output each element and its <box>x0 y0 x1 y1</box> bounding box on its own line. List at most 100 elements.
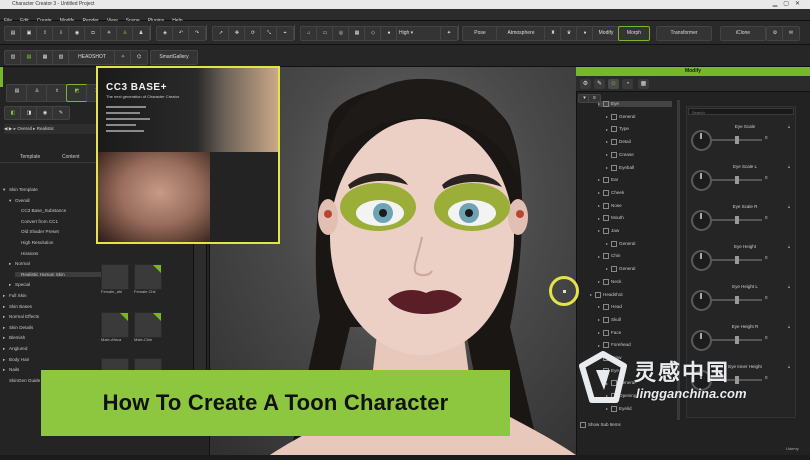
checkbox[interactable] <box>603 215 609 222</box>
morph-tree-item[interactable]: ▸ Face <box>598 329 621 336</box>
morph-tree-item[interactable]: ▸ Skull <box>598 316 621 323</box>
checkbox[interactable] <box>603 316 609 323</box>
project-icon[interactable]: ▤ <box>6 84 28 102</box>
checkbox[interactable] <box>603 304 609 311</box>
headshot-button[interactable]: HEADSHOT <box>68 50 116 65</box>
morph-tree-item[interactable]: ▸ Jaw <box>598 228 619 234</box>
breadcrumb-back-icon[interactable]: ◀ ▶ ▸ <box>4 126 17 131</box>
morph-tree-item[interactable]: ▸ Head <box>598 304 622 311</box>
morph-tree-item[interactable]: ▸ Type <box>606 126 629 133</box>
breadcrumb[interactable]: ◀ ▶ ▸ Overall ▸ Realistic <box>4 124 96 134</box>
slider-value[interactable]: 0 <box>765 175 768 180</box>
tab-template[interactable]: Template <box>20 152 40 162</box>
checkbox[interactable] <box>603 189 609 196</box>
tab-material[interactable]: ✎ <box>594 79 605 89</box>
checkbox[interactable] <box>603 278 609 285</box>
morph-slider[interactable]: Eye Scale L 0 🔒︎ <box>690 164 794 196</box>
morph-slider[interactable]: Eye Height R 0 🔒︎ <box>690 324 794 356</box>
morph-slider[interactable]: Eye Scale 0 🔒︎ <box>690 124 794 156</box>
checkbox[interactable] <box>603 329 609 336</box>
slider-handle[interactable] <box>735 176 739 184</box>
tree-item[interactable]: CC3 Base_Substance <box>15 208 66 213</box>
show-sub-items-checkbox[interactable]: Show Sub Items <box>580 422 621 428</box>
morph-slider[interactable]: Eye Height L 0 🔒︎ <box>690 284 794 316</box>
checkbox[interactable] <box>603 101 609 107</box>
checkbox[interactable] <box>611 405 617 412</box>
tree-item[interactable]: ▸ Anglured <box>3 346 27 352</box>
brush-icon[interactable]: ✎ <box>52 106 70 120</box>
morph-tree-item[interactable]: ▸ General <box>606 240 635 247</box>
atmosphere-button[interactable]: Atmosphere <box>496 26 546 41</box>
lock-icon[interactable]: 🔒︎ <box>788 324 790 329</box>
slider-value[interactable]: 0 <box>765 375 768 380</box>
slider-handle[interactable] <box>735 376 739 384</box>
slider-handle[interactable] <box>735 256 739 264</box>
skin-icon[interactable]: ◩ <box>66 84 88 102</box>
tree-item[interactable]: ▸ Full Skin <box>3 293 27 299</box>
slider-dial[interactable] <box>691 290 712 311</box>
morph-button[interactable]: Morph <box>618 26 650 41</box>
tree-item[interactable]: Convert from CC1 <box>15 219 58 224</box>
morph-tree-item[interactable]: ▸ Nose <box>598 202 622 209</box>
checkbox[interactable] <box>611 151 617 158</box>
breadcrumb-sub[interactable]: Realistic <box>37 126 54 131</box>
smart-gallery-button[interactable]: SmartGallery <box>150 50 198 65</box>
transformer-button[interactable]: Transformer <box>656 26 712 41</box>
slider-dial[interactable] <box>691 210 712 231</box>
tree-item[interactable]: ▸ Special <box>9 282 30 288</box>
lock-icon[interactable]: 🔒︎ <box>788 204 790 209</box>
tree-item[interactable]: ▸ Normal Effects <box>3 314 39 320</box>
tab-morph[interactable]: ☺ <box>608 79 619 89</box>
morph-tree-item[interactable]: ▸ Chin <box>598 253 620 260</box>
window-controls[interactable]: ▁▢✕ <box>773 0 806 9</box>
morph-tree-item[interactable]: ▸ Neck <box>598 278 621 285</box>
slider-value[interactable]: 0 <box>765 255 768 260</box>
breadcrumb-root[interactable]: Overall <box>17 126 32 131</box>
checkbox[interactable] <box>611 164 617 171</box>
lock-icon[interactable]: 🔒︎ <box>788 164 790 169</box>
slider-value[interactable]: 0 <box>765 295 768 300</box>
checkbox[interactable] <box>595 291 601 298</box>
tree-item[interactable]: ▸ Blemish <box>3 335 25 341</box>
slider-value[interactable]: 0 <box>765 215 768 220</box>
scan-icon[interactable]: ⌬ <box>130 50 148 65</box>
morph-tree-item[interactable]: ▸ Ear <box>598 177 618 184</box>
checkbox[interactable] <box>611 126 617 133</box>
pose-icon[interactable]: ♗ <box>46 84 68 102</box>
tree-item[interactable]: SkinGen Guide <box>3 378 40 383</box>
morph-tree-item[interactable]: ▸ Cheek <box>598 189 624 196</box>
lock-icon[interactable]: 🔒︎ <box>788 364 790 369</box>
tree-item[interactable]: ▾ Skin Template <box>3 187 38 193</box>
search-input[interactable]: Search <box>688 108 794 115</box>
tree-item[interactable]: High Resolution <box>15 240 53 245</box>
tree-item[interactable]: ▾ Overall <box>9 198 30 204</box>
pose-button[interactable]: Pose <box>462 26 498 41</box>
checkbox[interactable] <box>611 113 617 120</box>
lock-icon[interactable]: 🔒︎ <box>788 244 790 249</box>
figure-icon[interactable]: ♟ <box>132 26 150 41</box>
morph-tree-item[interactable]: ▸ Mouth <box>598 215 624 222</box>
actor-icon[interactable]: ♙ <box>26 84 48 102</box>
slider-value[interactable]: 0 <box>765 335 768 340</box>
checkbox[interactable] <box>603 228 609 234</box>
checkbox[interactable] <box>603 177 609 184</box>
modify-toggle[interactable]: Modify <box>592 26 620 41</box>
slider-dial[interactable] <box>691 170 712 191</box>
tree-item[interactable]: ▸ Body Hair <box>3 357 29 363</box>
lighting-icon[interactable]: ✦ <box>440 26 458 41</box>
morph-tree-item[interactable]: ▸ General <box>606 266 635 273</box>
thumbnail-male-child[interactable] <box>134 312 162 338</box>
morph-tree-item[interactable]: ▸ Headshot <box>590 291 623 298</box>
tree-item[interactable]: Hissions <box>15 251 38 256</box>
lock-icon[interactable]: 🔒︎ <box>788 124 790 129</box>
thumbnail-male-africa[interactable] <box>101 312 129 338</box>
slider-handle[interactable] <box>735 296 739 304</box>
checkbox[interactable] <box>611 266 617 273</box>
iclone-button[interactable]: iClone <box>720 26 766 41</box>
quality-dropdown[interactable]: High ▾ <box>396 26 442 41</box>
thumbnail-female-child[interactable] <box>134 264 162 290</box>
tree-item[interactable]: ▸ Normal <box>9 261 30 267</box>
checkbox[interactable] <box>611 240 617 247</box>
slider-handle[interactable] <box>735 336 739 344</box>
tab-motion[interactable]: ◔ <box>622 79 633 89</box>
